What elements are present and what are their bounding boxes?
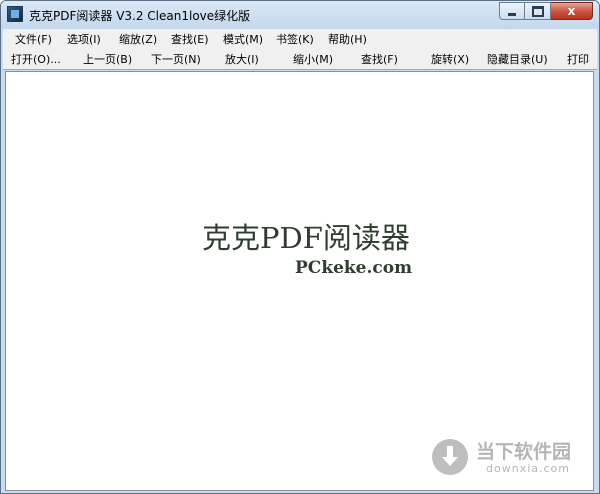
minimize-button[interactable]: [499, 2, 525, 20]
app-icon[interactable]: [7, 6, 23, 22]
window-title: 克克PDF阅读器 V3.2 Clean1love绿化版: [29, 9, 251, 23]
minimize-icon: [508, 12, 516, 16]
download-arrow-icon: [432, 439, 468, 475]
maximize-button[interactable]: [525, 2, 551, 20]
prev-page-button[interactable]: 上一页(B): [83, 51, 132, 67]
watermark: 当下软件园 downxia.com: [432, 435, 582, 479]
menu-options[interactable]: 选项(I): [67, 31, 101, 47]
zoom-in-button[interactable]: 放大(I): [225, 51, 259, 67]
document-area[interactable]: 克克PDF阅读器 PCkeke.com 当下软件园 downxia.com: [5, 71, 594, 491]
maximize-icon: [531, 5, 544, 17]
print-button[interactable]: 打印: [567, 51, 589, 67]
menu-bar: 文件(F) 选项(I) 缩放(Z) 查找(E) 模式(M) 书签(K) 帮助(H…: [3, 29, 597, 47]
menu-bookmarks[interactable]: 书签(K): [276, 31, 314, 47]
rotate-button[interactable]: 旋转(X): [431, 51, 469, 67]
hide-toc-button[interactable]: 隐藏目录(U): [487, 51, 548, 67]
close-icon: x: [567, 4, 576, 18]
watermark-name: 当下软件园: [476, 441, 572, 463]
menu-zoom[interactable]: 缩放(Z): [119, 31, 157, 47]
zoom-out-button[interactable]: 缩小(M): [293, 51, 333, 67]
title-bar[interactable]: 克克PDF阅读器 V3.2 Clean1love绿化版 x: [1, 1, 599, 29]
splash-url: PCkeke.com: [295, 258, 413, 278]
close-button[interactable]: x: [551, 2, 593, 20]
menu-help[interactable]: 帮助(H): [328, 31, 367, 47]
menu-find[interactable]: 查找(E): [171, 31, 209, 47]
window-controls: x: [499, 2, 593, 20]
splash-title: 克克PDF阅读器: [202, 221, 410, 255]
find-button[interactable]: 查找(F): [361, 51, 398, 67]
watermark-domain: downxia.com: [486, 462, 570, 475]
menu-mode[interactable]: 模式(M): [223, 31, 263, 47]
toolbar: 打开(O)... 上一页(B) 下一页(N) 放大(I) 缩小(M) 查找(F)…: [3, 47, 597, 70]
app-window: 克克PDF阅读器 V3.2 Clean1love绿化版 x 文件(F) 选项(I…: [0, 0, 600, 494]
next-page-button[interactable]: 下一页(N): [151, 51, 201, 67]
open-button[interactable]: 打开(O)...: [11, 51, 61, 67]
menu-file[interactable]: 文件(F): [15, 31, 52, 47]
